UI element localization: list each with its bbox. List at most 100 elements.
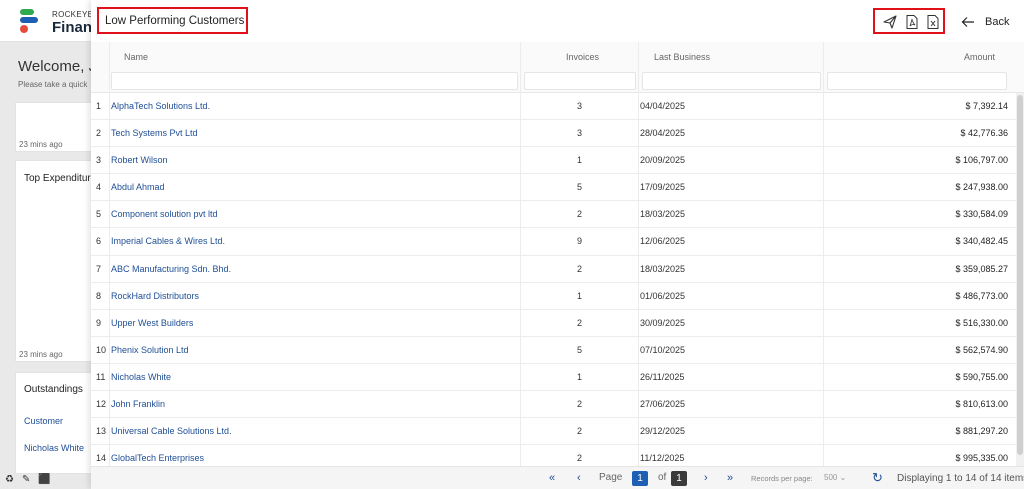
records-per-page-label: Records per page: [751, 474, 813, 483]
amount-value: $ 106,797.00 [955, 155, 1008, 166]
amount-value: $ 7,392.14 [965, 101, 1008, 111]
displaying-summary: Displaying 1 to 14 of 14 items. [897, 473, 1024, 484]
table-row[interactable]: 9 Upper West Builders 2 30/09/2025 $ 516,330… [91, 310, 1024, 337]
excel-export-icon[interactable] [925, 14, 941, 30]
footer-tools-icon[interactable]: ♻✎⬛ [5, 474, 59, 485]
next-page-icon[interactable]: › [704, 472, 708, 484]
column-header-amount[interactable]: Amount [964, 52, 995, 62]
table-header: Name Invoices Last Business Amount [91, 42, 1024, 93]
customer-name-link[interactable]: Robert Wilson [111, 155, 168, 165]
invoice-count: 5 [577, 182, 583, 193]
last-business-date: 28/04/2025 [640, 128, 686, 139]
send-icon[interactable] [882, 14, 898, 30]
records-per-page-select[interactable]: 500 ⌄ [824, 473, 846, 482]
table-row[interactable]: 11 Nicholas White 1 26/11/2025 $ 590,755.00 [91, 364, 1024, 392]
title-highlight: Low Performing Customers [97, 7, 248, 34]
filter-last-business-input[interactable] [642, 72, 821, 90]
row-index: 14 [96, 453, 107, 464]
table-body: 1 AlphaTech Solutions Ltd. 3 04/04/2025 $ 7,… [91, 93, 1024, 466]
row-index: 3 [96, 155, 102, 166]
table-row[interactable]: 3 Robert Wilson 1 20/09/2025 $ 106,797.00 [91, 147, 1024, 175]
customer-name-link[interactable]: Component solution pvt ltd [111, 209, 218, 219]
table-row[interactable]: 6 Imperial Cables & Wires Ltd. 9 12/06/2025… [91, 228, 1024, 256]
timestamp-1: 23 mins ago [19, 140, 63, 149]
table-row[interactable]: 7 ABC Manufacturing Sdn. Bhd. 2 18/03/2025 $… [91, 256, 1024, 283]
table-row[interactable]: 5 Component solution pvt ltd 2 18/03/2025 $ … [91, 201, 1024, 229]
last-business-date: 20/09/2025 [640, 155, 686, 166]
page-label: Page [599, 472, 623, 483]
customer-name-link[interactable]: Universal Cable Solutions Ltd. [111, 426, 232, 436]
last-business-date: 11/12/2025 [640, 453, 685, 464]
panel-header: Low Performing Customers Back [91, 0, 1024, 42]
customer-name-link[interactable]: Nicholas White [111, 372, 171, 382]
last-page-icon[interactable]: » [727, 472, 733, 484]
invoice-count: 2 [577, 209, 583, 220]
customer-name-link[interactable]: Abdul Ahmad [111, 182, 165, 192]
customer-name-link[interactable]: ABC Manufacturing Sdn. Bhd. [111, 264, 231, 274]
card-title-outstandings: Outstandings [24, 384, 83, 395]
arrow-left-icon [961, 17, 974, 27]
last-business-date: 01/06/2025 [640, 290, 686, 301]
vertical-scrollbar[interactable] [1016, 93, 1024, 466]
invoice-count: 2 [577, 399, 583, 410]
filter-amount-input[interactable] [827, 72, 1007, 90]
amount-value: $ 881,297.20 [955, 426, 1008, 437]
last-business-date: 29/12/2025 [640, 426, 686, 437]
table-row[interactable]: 8 RockHard Distributors 1 01/06/2025 $ 486,7… [91, 283, 1024, 310]
invoice-count: 1 [577, 155, 583, 166]
table-row[interactable]: 1 AlphaTech Solutions Ltd. 3 04/04/2025 $ 7,… [91, 93, 1024, 121]
panel-title: Low Performing Customers [105, 15, 245, 27]
row-index: 6 [96, 236, 102, 247]
row-index: 10 [96, 344, 107, 355]
invoice-count: 9 [577, 236, 583, 247]
customer-name-link[interactable]: GlobalTech Enterprises [111, 453, 204, 463]
row-index: 1 [96, 101, 102, 111]
customer-name-link[interactable]: Upper West Builders [111, 318, 193, 328]
customer-name-link[interactable]: Imperial Cables & Wires Ltd. [111, 236, 225, 246]
table-row[interactable]: 13 Universal Cable Solutions Ltd. 2 29/12/2… [91, 418, 1024, 446]
pagination-bar: « ‹ Page 1 of 1 › » Records per page: 50… [91, 466, 1024, 489]
invoice-count: 5 [577, 344, 583, 355]
table-row[interactable]: 14 GlobalTech Enterprises 2 11/12/2025 $ 995… [91, 445, 1024, 466]
link-customer[interactable]: Customer [24, 416, 63, 426]
amount-value: $ 330,584.09 [955, 209, 1008, 220]
refresh-icon[interactable]: ↻ [872, 470, 883, 486]
amount-value: $ 486,773.00 [955, 290, 1008, 301]
total-pages: 1 [671, 471, 687, 486]
table-row[interactable]: 12 John Franklin 2 27/06/2025 $ 810,613.00 [91, 391, 1024, 419]
pdf-export-icon[interactable] [904, 14, 920, 30]
amount-value: $ 359,085.27 [955, 263, 1008, 274]
customer-name-link[interactable]: Tech Systems Pvt Ltd [111, 128, 198, 138]
table-row[interactable]: 4 Abdul Ahmad 5 17/09/2025 $ 247,938.00 [91, 174, 1024, 202]
customer-name-link[interactable]: AlphaTech Solutions Ltd. [111, 101, 210, 111]
column-header-invoices[interactable]: Invoices [566, 52, 599, 62]
link-nicholas-white[interactable]: Nicholas White [24, 443, 84, 453]
last-business-date: 30/09/2025 [640, 317, 686, 328]
first-page-icon[interactable]: « [549, 472, 555, 484]
row-index: 9 [96, 317, 102, 328]
filter-invoices-input[interactable] [524, 72, 636, 90]
customer-name-link[interactable]: Phenix Solution Ltd [111, 345, 189, 355]
column-header-name[interactable]: Name [124, 52, 148, 62]
column-header-last-business[interactable]: Last Business [654, 52, 710, 62]
last-business-date: 17/09/2025 [640, 182, 686, 193]
chevron-down-icon: ⌄ [839, 473, 847, 482]
prev-page-icon[interactable]: ‹ [577, 472, 581, 484]
table-row[interactable]: 10 Phenix Solution Ltd 5 07/10/2025 $ 562,57… [91, 337, 1024, 364]
current-page-input[interactable]: 1 [632, 471, 648, 486]
records-per-page-value: 500 [824, 473, 838, 482]
customer-name-link[interactable]: RockHard Distributors [111, 291, 199, 301]
filter-name-input[interactable] [111, 72, 518, 90]
table-row[interactable]: 2 Tech Systems Pvt Ltd 3 28/04/2025 $ 42,776… [91, 120, 1024, 148]
amount-value: $ 340,482.45 [955, 236, 1008, 247]
last-business-date: 12/06/2025 [640, 236, 686, 247]
last-business-date: 07/10/2025 [640, 344, 686, 355]
amount-value: $ 995,335.00 [955, 453, 1008, 464]
amount-value: $ 247,938.00 [955, 182, 1008, 193]
amount-value: $ 516,330.00 [955, 317, 1008, 328]
back-button[interactable]: Back [961, 14, 1009, 30]
scrollbar-thumb[interactable] [1017, 95, 1023, 455]
row-index: 11 [96, 371, 106, 382]
customer-name-link[interactable]: John Franklin [111, 399, 165, 409]
row-index: 5 [96, 209, 102, 220]
